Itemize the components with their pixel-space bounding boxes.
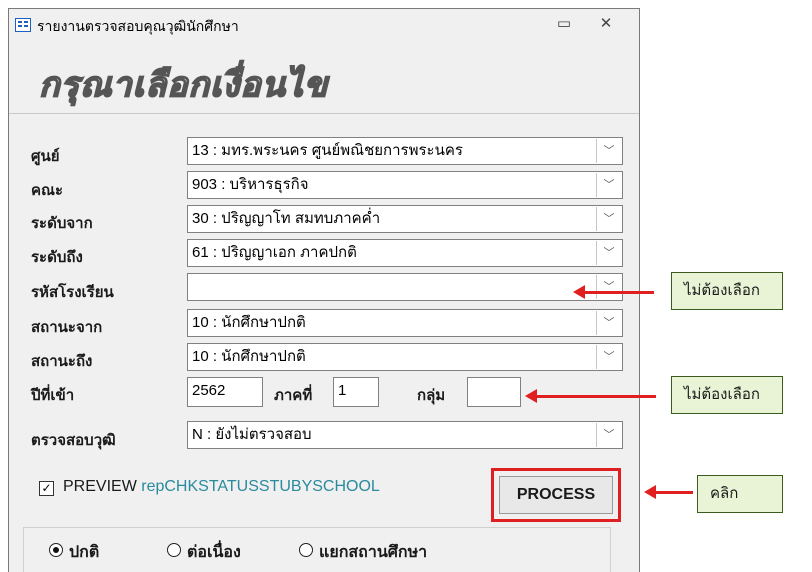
entry-year-label: ปีที่เข้า	[31, 387, 75, 404]
close-button[interactable]: ✕	[591, 13, 621, 35]
level-to-value: 61 : ปริญญาเอก ภาคปกติ	[192, 244, 357, 261]
option-group	[23, 527, 611, 572]
arrow-head-icon	[644, 485, 656, 499]
title-bar: รายงานตรวจสอบคุณวุฒินักศึกษา ▭ ✕	[9, 9, 639, 43]
level-to-label: ระดับถึง	[31, 249, 83, 266]
status-from-value: 10 : นักศึกษาปกติ	[192, 314, 306, 331]
check-degree-value: N : ยังไม่ตรวจสอบ	[192, 426, 312, 443]
level-from-label: ระดับจาก	[31, 215, 93, 232]
window-title: รายงานตรวจสอบคุณวุฒินักศึกษา	[37, 18, 239, 34]
center-label: ศูนย์	[31, 148, 60, 165]
preview-text: PREVIEW repCHKSTATUSSTUBYSCHOOL	[63, 478, 380, 496]
faculty-combo[interactable]: 903 : บริหารธุรกิจ ﹀	[187, 171, 623, 199]
school-code-combo[interactable]: ﹀	[187, 273, 623, 301]
status-from-label: สถานะจาก	[31, 319, 103, 336]
minimize-button[interactable]: ▭	[549, 13, 579, 35]
status-from-combo[interactable]: 10 : นักศึกษาปกติ ﹀	[187, 309, 623, 337]
radio-normal[interactable]	[49, 543, 63, 557]
heading-area: กรุณาเลือกเงื่อนไข	[9, 43, 639, 113]
arrow-head-icon	[573, 285, 585, 299]
note-no-select-2: ไม่ต้องเลือก	[671, 376, 783, 414]
radio-normal-label[interactable]: ปกติ	[69, 540, 99, 565]
preview-label: PREVIEW	[63, 478, 137, 495]
form-icon	[15, 18, 31, 32]
status-to-label: สถานะถึง	[31, 353, 93, 370]
report-name: repCHKSTATUSSTUBYSCHOOL	[141, 478, 380, 495]
radio-continuing-label[interactable]: ต่อเนื่อง	[187, 540, 241, 565]
page-title: กรุณาเลือกเงื่อนไข	[38, 65, 329, 105]
divider	[9, 113, 639, 114]
arrow-process	[655, 491, 693, 494]
radio-by-school-label[interactable]: แยกสถานศึกษา	[319, 540, 427, 565]
preview-checkbox[interactable]: ✓	[39, 481, 54, 496]
radio-continuing[interactable]	[167, 543, 181, 557]
report-dialog: รายงานตรวจสอบคุณวุฒินักศึกษา ▭ ✕ กรุณาเล…	[8, 8, 640, 572]
chevron-down-icon[interactable]: ﹀	[596, 311, 621, 335]
group-label: กลุ่ม	[417, 387, 446, 404]
entry-year-input[interactable]: 2562	[187, 377, 263, 407]
level-from-combo[interactable]: 30 : ปริญญาโท สมทบภาคค่ำ ﹀	[187, 205, 623, 233]
chevron-down-icon[interactable]: ﹀	[596, 241, 621, 265]
school-code-label: รหัสโรงเรียน	[31, 284, 114, 301]
semester-label: ภาคที่	[274, 387, 313, 404]
chevron-down-icon[interactable]: ﹀	[596, 173, 621, 197]
check-degree-combo[interactable]: N : ยังไม่ตรวจสอบ ﹀	[187, 421, 623, 449]
arrow-group	[536, 395, 656, 398]
status-to-value: 10 : นักศึกษาปกติ	[192, 348, 306, 365]
process-button[interactable]: PROCESS	[499, 476, 613, 514]
check-degree-label: ตรวจสอบวุฒิ	[31, 432, 116, 449]
note-click: คลิก	[697, 475, 783, 513]
chevron-down-icon[interactable]: ﹀	[596, 275, 621, 299]
arrow-school-code	[584, 291, 654, 294]
level-to-combo[interactable]: 61 : ปริญญาเอก ภาคปกติ ﹀	[187, 239, 623, 267]
group-input[interactable]	[467, 377, 521, 407]
semester-input[interactable]: 1	[333, 377, 379, 407]
status-to-combo[interactable]: 10 : นักศึกษาปกติ ﹀	[187, 343, 623, 371]
center-combo[interactable]: 13 : มทร.พระนคร ศูนย์พณิชยการพระนคร ﹀	[187, 137, 623, 165]
note-no-select-1: ไม่ต้องเลือก	[671, 272, 783, 310]
faculty-value: 903 : บริหารธุรกิจ	[192, 176, 309, 193]
arrow-head-icon	[525, 389, 537, 403]
chevron-down-icon[interactable]: ﹀	[596, 423, 621, 447]
radio-by-school[interactable]	[299, 543, 313, 557]
chevron-down-icon[interactable]: ﹀	[596, 139, 621, 163]
chevron-down-icon[interactable]: ﹀	[596, 345, 621, 369]
chevron-down-icon[interactable]: ﹀	[596, 207, 621, 231]
faculty-label: คณะ	[31, 182, 64, 199]
center-value: 13 : มทร.พระนคร ศูนย์พณิชยการพระนคร	[192, 142, 463, 159]
level-from-value: 30 : ปริญญาโท สมทบภาคค่ำ	[192, 210, 381, 227]
